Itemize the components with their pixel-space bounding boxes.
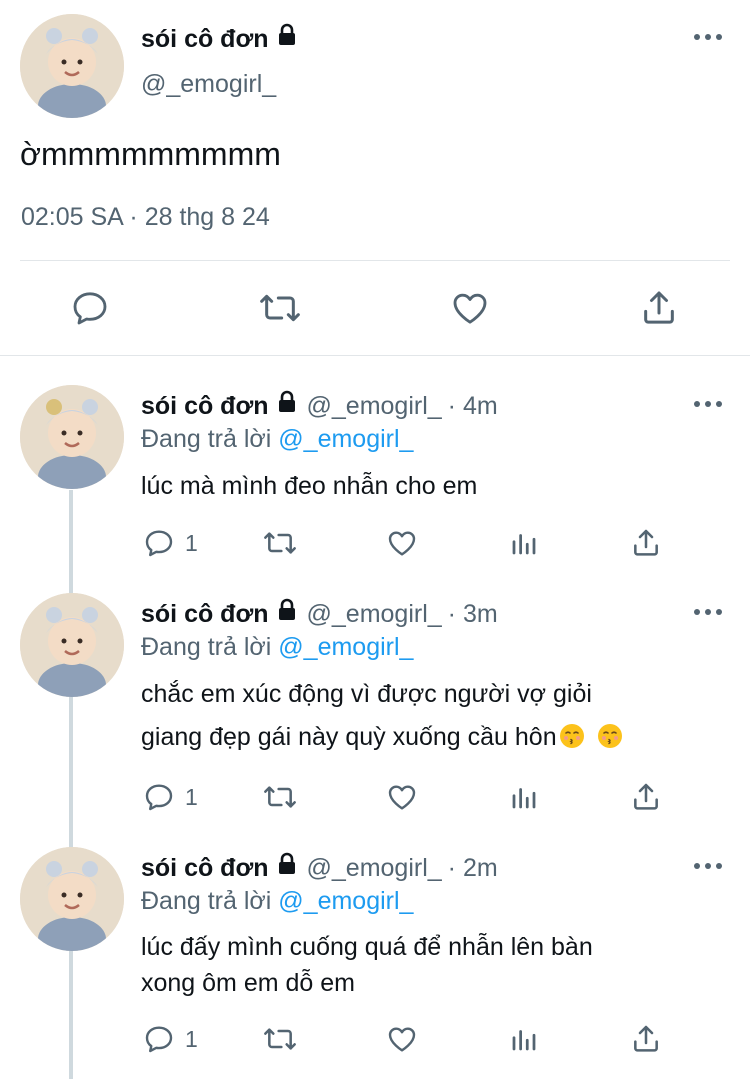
author-name[interactable]: sói cô đơn (141, 600, 269, 629)
avatar[interactable] (20, 385, 124, 489)
like-icon[interactable] (386, 525, 418, 561)
reply-button[interactable]: 1 (143, 779, 198, 815)
reply-time[interactable]: · 3m (448, 600, 498, 629)
reply-time[interactable]: · 4m (448, 392, 498, 421)
reply-text-line: giang đẹp gái này quỳ xuống cầu hôn (141, 716, 721, 759)
reply-icon (145, 530, 173, 557)
reply-button[interactable]: 1 (143, 1021, 198, 1057)
retweet-icon[interactable] (262, 1021, 298, 1057)
replying-to-handle[interactable]: @_emogirl_ (278, 425, 413, 453)
tweet-timestamp[interactable]: 02:05 SA · 28 thg 8 24 (21, 203, 270, 232)
replying-to-handle[interactable]: @_emogirl_ (278, 887, 413, 915)
reply-count: 1 (185, 783, 198, 810)
share-icon[interactable] (630, 525, 662, 561)
avatar[interactable] (20, 593, 124, 697)
kissing-face-emoji (559, 724, 584, 748)
share-icon[interactable] (630, 779, 662, 815)
author-handle[interactable]: @_emogirl_ (307, 600, 442, 629)
replying-to-label: Đang trả lời (141, 633, 272, 661)
reply-button[interactable]: 1 (143, 525, 198, 561)
more-options-icon[interactable] (694, 401, 722, 407)
reply-count: 1 (185, 529, 198, 556)
retweet-icon[interactable] (256, 284, 304, 332)
reply-text-line: lúc đấy mình cuống quá để nhẫn lên bàn (141, 933, 593, 961)
replying-to-label: Đang trả lời (141, 425, 272, 453)
retweet-icon[interactable] (262, 779, 298, 815)
author-name[interactable]: sói cô đơn (141, 23, 299, 55)
lock-icon (275, 23, 299, 54)
lock-icon (275, 598, 299, 629)
author-handle[interactable]: @_emogirl_ (307, 392, 442, 421)
reply-time[interactable]: · 2m (448, 854, 498, 883)
reply-actions: 1 (0, 779, 750, 815)
lock-icon (275, 390, 299, 421)
analytics-icon[interactable] (509, 779, 539, 815)
analytics-icon[interactable] (509, 1021, 539, 1057)
lock-icon (275, 852, 299, 883)
more-options-icon[interactable] (694, 609, 722, 615)
divider (20, 260, 730, 261)
reply-actions: 1 (0, 525, 750, 561)
author-handle[interactable]: @_emogirl_ (141, 70, 276, 99)
author-name[interactable]: sói cô đơn (141, 392, 269, 421)
replying-to-label: Đang trả lời (141, 887, 272, 915)
reply-text: lúc đấy mình cuống quá để nhẫn lên bàn x… (141, 929, 721, 1001)
tweet-text: ờmmmmmmmmm (20, 136, 281, 172)
reply-count: 1 (185, 1025, 198, 1052)
author-name-text[interactable]: sói cô đơn (141, 25, 269, 54)
share-icon[interactable] (630, 1021, 662, 1057)
reply-icon[interactable] (66, 284, 114, 332)
reply-text-line: xong ôm em dỗ em (141, 969, 355, 997)
kissing-face-emoji (597, 724, 622, 748)
reply-text: chắc em xúc động vì được người vợ giỏi g… (141, 673, 721, 759)
avatar[interactable] (20, 14, 124, 118)
more-options-icon[interactable] (694, 863, 722, 869)
replying-to-handle[interactable]: @_emogirl_ (278, 633, 413, 661)
analytics-icon[interactable] (509, 525, 539, 561)
reply-text-line: chắc em xúc động vì được người vợ giỏi (141, 680, 592, 708)
avatar[interactable] (20, 847, 124, 951)
reply-icon (145, 1026, 173, 1053)
like-icon[interactable] (386, 779, 418, 815)
reply-icon (145, 784, 173, 811)
divider (0, 355, 750, 356)
reply-text-line-content: giang đẹp gái này quỳ xuống cầu hôn (141, 723, 557, 751)
retweet-icon[interactable] (262, 525, 298, 561)
like-icon[interactable] (446, 284, 494, 332)
reply-text: lúc mà mình đeo nhẫn cho em (141, 472, 478, 500)
more-options-icon[interactable] (694, 34, 722, 40)
share-icon[interactable] (635, 284, 683, 332)
reply-actions: 1 (0, 1021, 750, 1057)
author-name[interactable]: sói cô đơn (141, 854, 269, 883)
like-icon[interactable] (386, 1021, 418, 1057)
tweet-actions (0, 284, 750, 332)
author-handle[interactable]: @_emogirl_ (307, 854, 442, 883)
